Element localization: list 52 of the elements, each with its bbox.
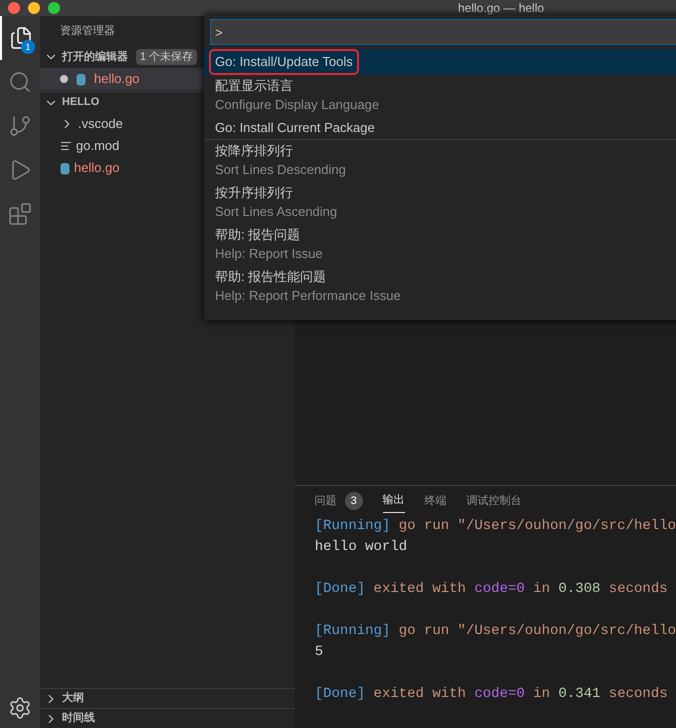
command-item[interactable]: 帮助: 报告性能问题 Help: Report Performance Issue: [204, 266, 676, 308]
file-name: .vscode: [78, 115, 123, 134]
file-name: go.mod: [76, 137, 120, 156]
output-line: [Running] go run "/Users/ouhon/go/src/hello: [314, 622, 676, 641]
section-title: 大纲: [62, 690, 84, 706]
count-badge: 3: [344, 492, 363, 510]
command-input[interactable]: >: [210, 19, 676, 45]
command-label: 帮助: 报告性能问题: [215, 268, 326, 286]
output-line: [Done] exited with code=0 in 0.341 seconds: [314, 685, 669, 704]
file-name: hello.go: [94, 70, 140, 88]
section-title: HELLO: [62, 95, 100, 110]
output-line: hello world: [314, 538, 408, 557]
search-icon: [8, 70, 32, 94]
minimize-window-button[interactable]: [28, 2, 40, 14]
output-line: [Running] go run "/Users/ouhon/go/src/hello: [314, 517, 676, 536]
output-line: 5: [314, 643, 324, 662]
panel-tab[interactable]: 终端: [424, 489, 447, 513]
zoom-window-button[interactable]: [48, 2, 60, 14]
command-detail: Sort Lines Descending: [215, 161, 347, 179]
command-detail: Sort Lines Ascending: [215, 203, 338, 221]
branch-icon: [8, 114, 32, 138]
command-label: Go: Install Current Package: [215, 119, 375, 137]
output-line: [Done] exited with code=0 in 0.308 seconds: [314, 580, 669, 599]
file-name: hello.go: [74, 159, 120, 178]
section-title: 打开的编辑器: [62, 50, 128, 65]
command-label: 按降序排列行: [215, 142, 293, 160]
gopher-file-icon: [76, 72, 86, 86]
command-item[interactable]: 按升序排列行 Sort Lines Ascending: [204, 182, 676, 224]
close-window-button[interactable]: [8, 2, 20, 14]
command-item[interactable]: 按降序排列行 Sort Lines Descending: [204, 140, 676, 182]
sidebar-title: 资源管理器: [60, 24, 115, 39]
command-label: 帮助: 报告问题: [215, 226, 300, 244]
command-label: 按升序排列行: [215, 184, 293, 202]
section-title: 时间线: [62, 710, 95, 726]
notification-badge: 1: [21, 40, 35, 54]
command-item[interactable]: 帮助: 报告问题 Help: Report Issue: [204, 224, 676, 266]
panel-tab[interactable]: 输出: [382, 489, 405, 513]
command-detail: Help: Report Performance Issue: [215, 287, 402, 305]
lines-file-icon: [60, 140, 72, 152]
settings-icon[interactable]: [8, 696, 32, 720]
command-detail: Help: Report Issue: [215, 245, 324, 263]
section-header[interactable]: 时间线: [40, 708, 295, 728]
unsaved-badge: 1 个未保存: [136, 48, 198, 66]
files-icon: [9, 26, 33, 50]
blocks-icon: [8, 202, 32, 226]
command-item[interactable]: Go: Install Current Package: [204, 117, 676, 140]
gopher-file-icon: [60, 162, 70, 174]
panel-tab[interactable]: 调试控制台: [466, 489, 522, 513]
section-header[interactable]: 大纲: [40, 688, 295, 708]
panel-tab[interactable]: 问题 3: [314, 489, 363, 513]
window-title: hello.go — hello: [458, 0, 544, 16]
command-item[interactable]: Go: Install/Update Tools: [204, 49, 676, 75]
